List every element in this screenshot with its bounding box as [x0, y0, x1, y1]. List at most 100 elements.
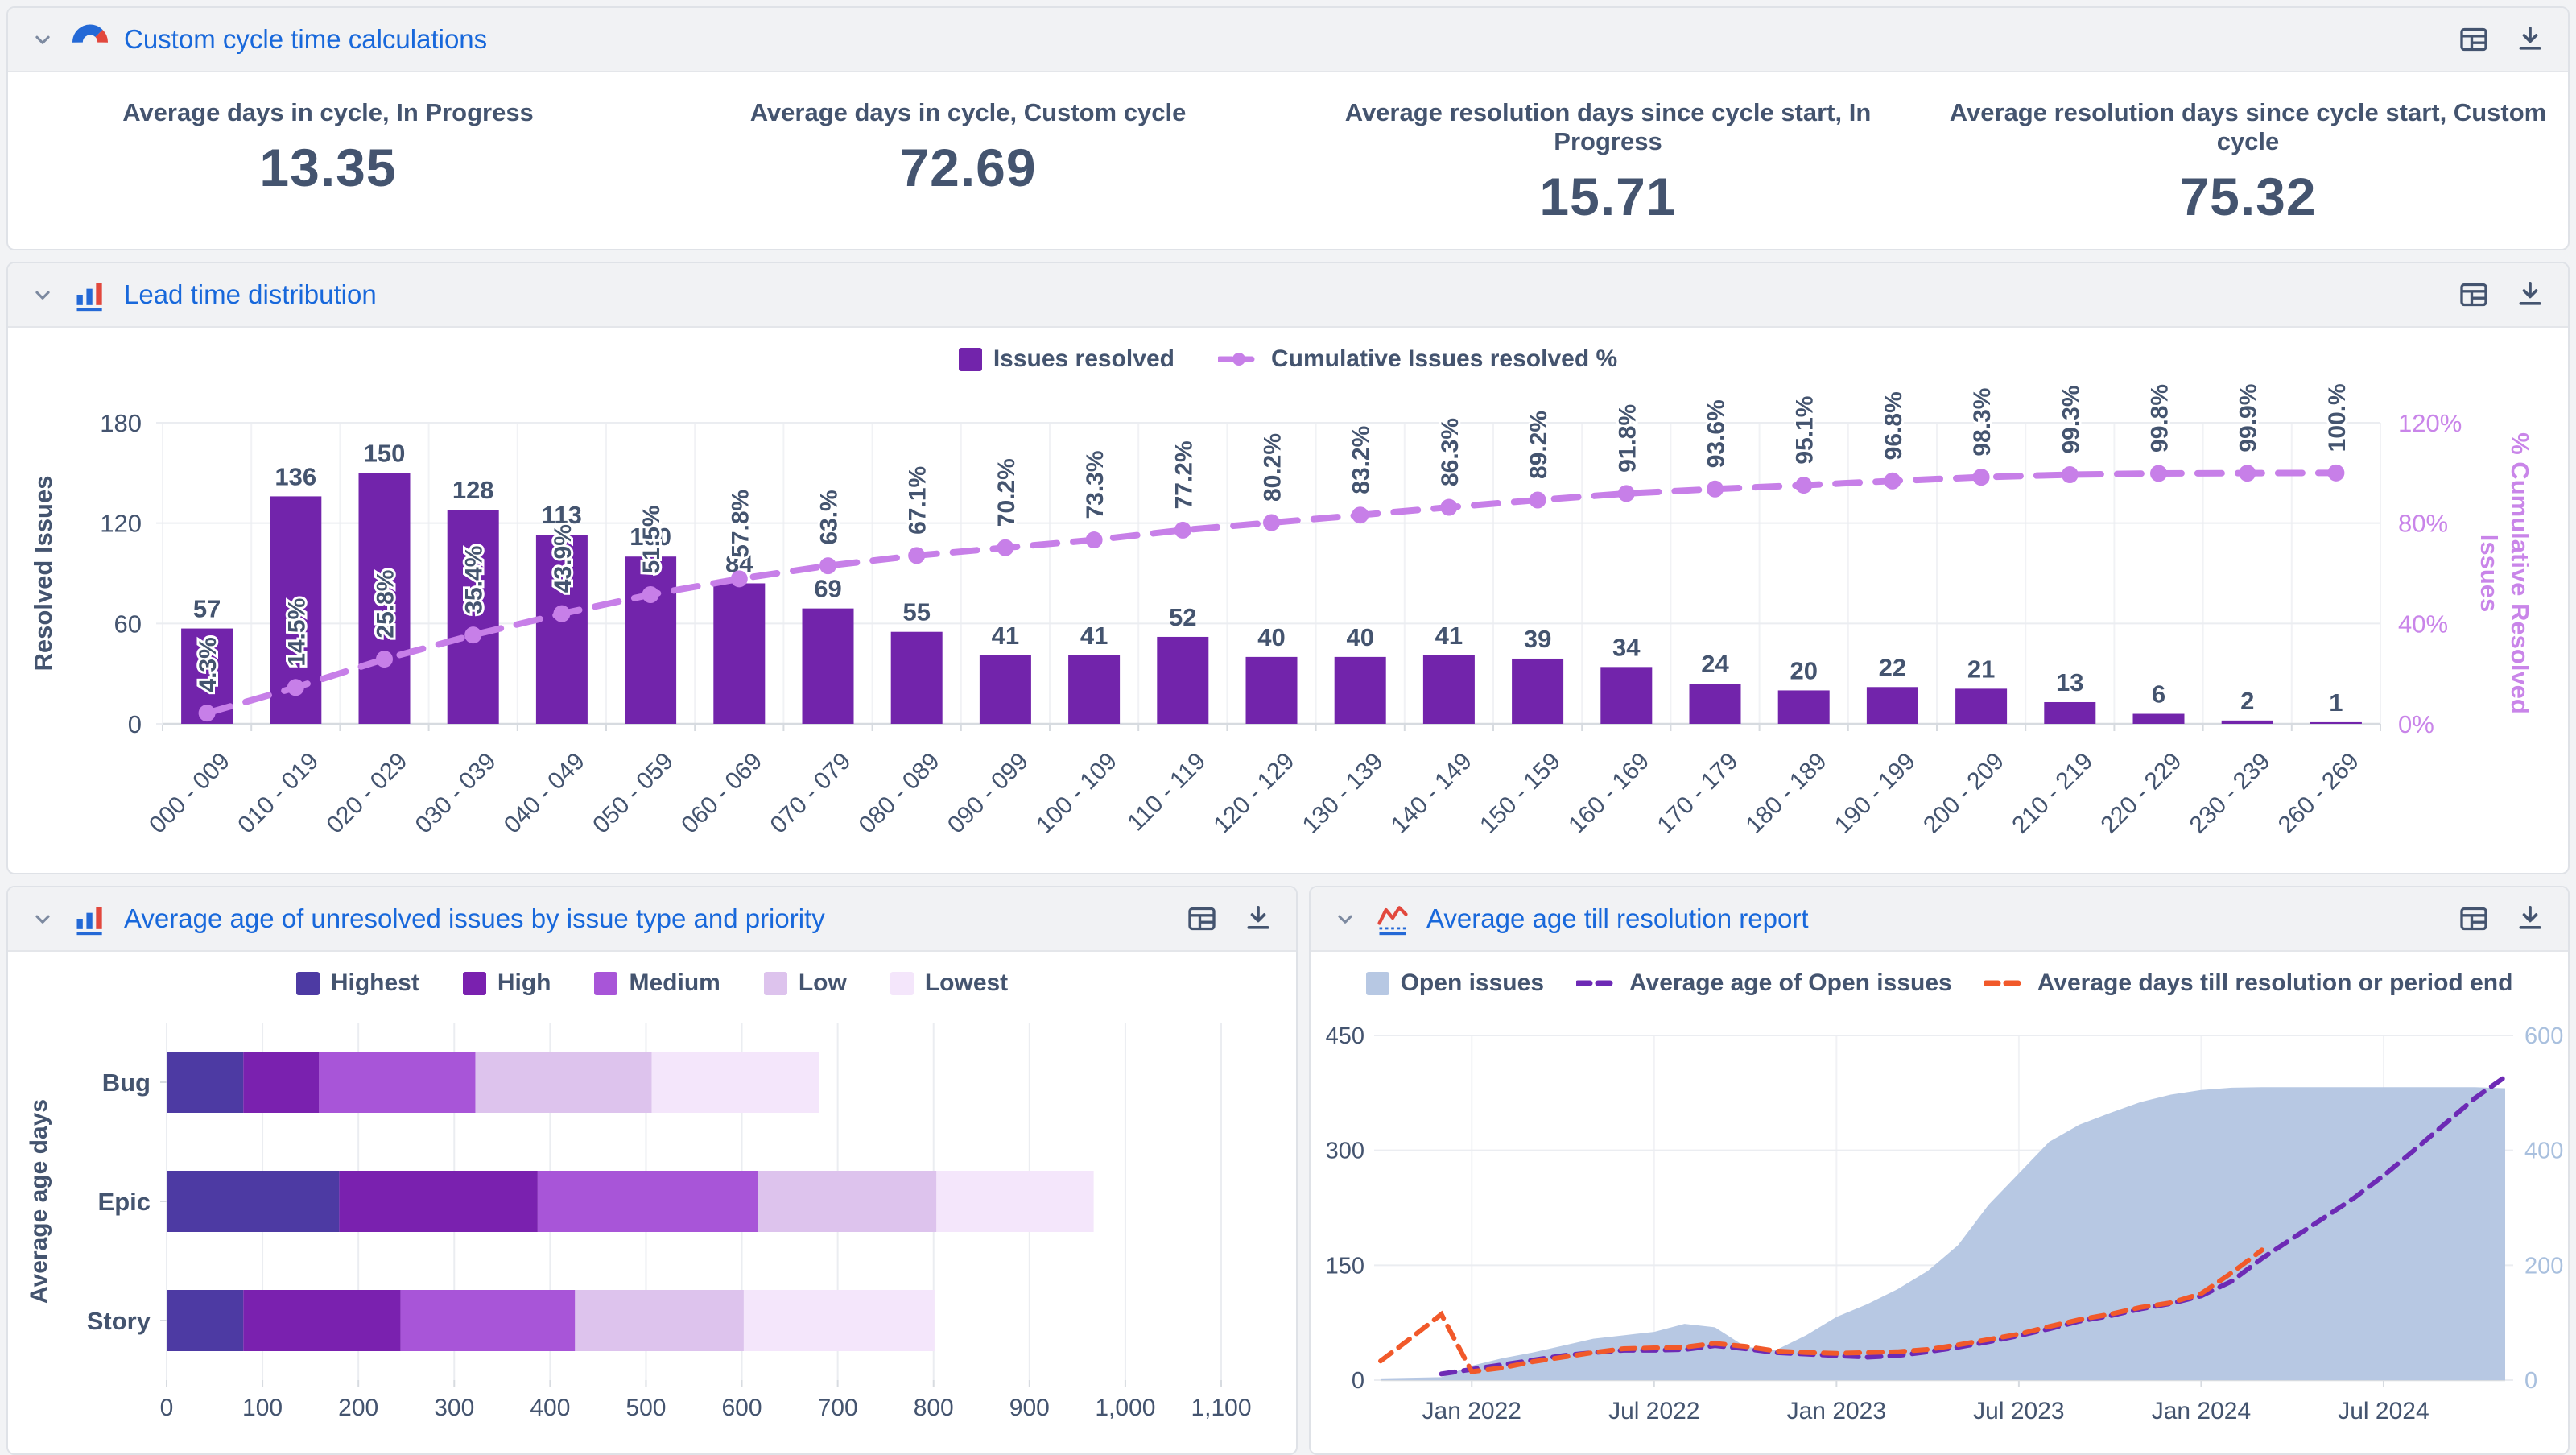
stacked-bar-segment[interactable] [744, 1290, 935, 1351]
stacked-bar-segment[interactable] [475, 1052, 651, 1113]
legend-item[interactable]: High [463, 969, 551, 997]
stacked-bar-segment[interactable] [167, 1052, 243, 1113]
pareto-bar[interactable] [2310, 722, 2362, 724]
pareto-line-point[interactable] [287, 679, 304, 696]
pareto-bar[interactable] [1778, 690, 1830, 724]
pareto-bar[interactable] [713, 583, 765, 724]
pareto-line-point[interactable] [1174, 522, 1191, 539]
pareto-bar[interactable] [891, 632, 943, 724]
table-view-button[interactable] [1185, 902, 1219, 936]
pareto-bar[interactable] [1423, 655, 1475, 724]
collapse-chevron-icon[interactable] [29, 905, 56, 932]
pareto-line-point[interactable] [1707, 481, 1724, 498]
legend-item[interactable]: Open issues [1366, 969, 1544, 997]
pareto-line-point[interactable] [1795, 477, 1812, 494]
stacked-bar-segment[interactable] [758, 1171, 937, 1232]
collapse-chevron-icon[interactable] [1331, 905, 1359, 932]
legend-item[interactable]: Average age of Open issues [1576, 969, 1952, 997]
stacked-bar-segment[interactable] [243, 1290, 400, 1351]
stacked-bar-segment[interactable] [319, 1052, 475, 1113]
stacked-bar-segment[interactable] [401, 1290, 576, 1351]
export-download-button[interactable] [2513, 902, 2547, 936]
pareto-line-point[interactable] [1973, 469, 1990, 486]
export-download-button[interactable] [2513, 278, 2547, 312]
panel-title[interactable]: Custom cycle time calculations [124, 24, 487, 55]
panel-title[interactable]: Lead time distribution [124, 279, 377, 310]
svg-text:0: 0 [160, 1395, 174, 1421]
panel-title[interactable]: Average age till resolution report [1426, 903, 1809, 934]
pareto-bar[interactable] [1068, 655, 1120, 724]
lead-time-pareto-chart[interactable]: 00%6040%12080%180120%Resolved Issues% Cu… [10, 378, 2570, 866]
legend-label: Open issues [1401, 969, 1544, 997]
table-view-button[interactable] [2457, 23, 2491, 56]
stacked-bar-segment[interactable] [167, 1290, 243, 1351]
pareto-bar[interactable] [448, 510, 499, 724]
table-view-button[interactable] [2457, 902, 2491, 936]
resolution-area-chart[interactable]: Jan 2022Jul 2022Jan 2023Jul 2023Jan 2024… [1312, 1002, 2570, 1446]
pareto-bar[interactable] [1157, 637, 1208, 724]
pareto-bar[interactable] [2222, 721, 2273, 724]
pareto-line-point[interactable] [1086, 531, 1103, 548]
pareto-line-point[interactable] [2239, 465, 2256, 482]
stacked-bar-segment[interactable] [652, 1052, 819, 1113]
export-download-button[interactable] [2513, 23, 2547, 56]
pareto-bar[interactable] [1955, 688, 2007, 724]
legend-item[interactable]: Lowest [890, 969, 1008, 997]
pareto-line-point[interactable] [908, 547, 925, 564]
pareto-line-point[interactable] [2062, 466, 2079, 483]
pareto-bar[interactable] [2133, 714, 2185, 724]
pareto-line-point[interactable] [997, 539, 1013, 556]
pareto-line-point[interactable] [2150, 465, 2167, 482]
pareto-line-point[interactable] [1352, 506, 1368, 523]
open-issues-area[interactable] [1381, 1087, 2505, 1380]
legend-dash-marker [1218, 353, 1260, 366]
pareto-bar[interactable] [1690, 684, 1741, 724]
svg-text:80.2%: 80.2% [1260, 433, 1286, 502]
export-download-button[interactable] [1241, 902, 1275, 936]
pareto-line-point[interactable] [553, 606, 570, 622]
stacked-bar-segment[interactable] [936, 1171, 1093, 1232]
collapse-chevron-icon[interactable] [29, 26, 56, 53]
stacked-bar-segment[interactable] [339, 1171, 538, 1232]
pareto-line-point[interactable] [199, 705, 216, 721]
pareto-line-point[interactable] [464, 626, 481, 643]
table-view-button[interactable] [2457, 278, 2491, 312]
stacked-bar-segment[interactable] [538, 1171, 758, 1232]
pareto-bar[interactable] [980, 655, 1031, 724]
svg-text:Jan 2022: Jan 2022 [1422, 1398, 1521, 1424]
pareto-line-point[interactable] [1530, 491, 1546, 508]
svg-text:500: 500 [625, 1395, 666, 1421]
legend-item[interactable]: Low [764, 969, 847, 997]
pareto-line-point[interactable] [376, 651, 393, 668]
pareto-line-point[interactable] [819, 557, 836, 574]
legend-item[interactable]: Cumulative Issues resolved % [1218, 345, 1617, 373]
stacked-bar-segment[interactable] [167, 1171, 339, 1232]
pareto-bar[interactable] [625, 556, 676, 724]
pareto-line-point[interactable] [731, 570, 748, 587]
stacked-bar-segment[interactable] [243, 1052, 319, 1113]
pareto-bar[interactable] [1600, 667, 1652, 724]
pareto-bar[interactable] [1512, 659, 1563, 724]
pareto-line-point[interactable] [1263, 515, 1280, 531]
pareto-bar[interactable] [1335, 657, 1386, 724]
legend-item[interactable]: Highest [296, 969, 419, 997]
pareto-line-point[interactable] [642, 586, 659, 603]
svg-text:40: 40 [1346, 623, 1373, 651]
kpi-avg-days-custom-cycle: Average days in cycle, Custom cycle 72.6… [648, 72, 1288, 198]
average-age-stacked-chart[interactable]: 01002003004005006007008009001,0001,100Av… [10, 1002, 1291, 1446]
pareto-bar[interactable] [803, 609, 854, 724]
stacked-bar-segment[interactable] [575, 1290, 744, 1351]
legend-item[interactable]: Average days till resolution or period e… [1984, 969, 2513, 997]
pareto-line-point[interactable] [2327, 465, 2344, 482]
pareto-bar[interactable] [1246, 657, 1298, 724]
pareto-line-point[interactable] [1618, 485, 1635, 502]
legend-item[interactable]: Issues resolved [959, 345, 1174, 373]
pareto-bar[interactable] [1867, 687, 1918, 724]
pareto-line-point[interactable] [1884, 473, 1901, 490]
pareto-line-point[interactable] [1440, 499, 1457, 516]
collapse-chevron-icon[interactable] [29, 281, 56, 308]
panel-title[interactable]: Average age of unresolved issues by issu… [124, 903, 825, 934]
pareto-bar[interactable] [2044, 702, 2095, 724]
svg-text:160 - 169: 160 - 169 [1563, 748, 1654, 839]
legend-item[interactable]: Medium [594, 969, 720, 997]
